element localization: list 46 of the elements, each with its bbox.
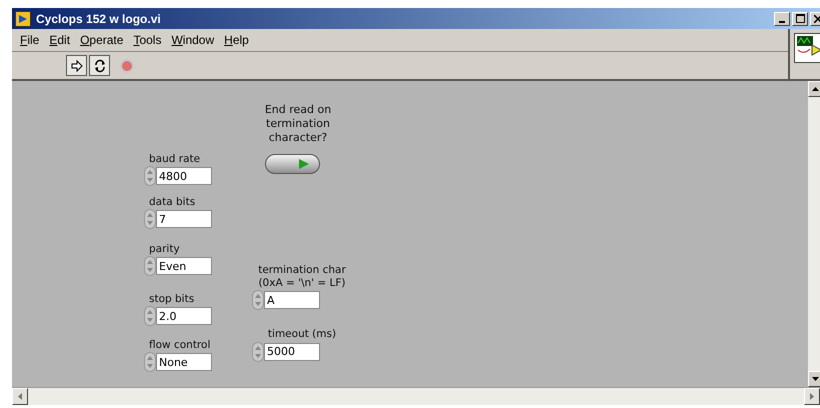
menu-item[interactable]: Tools: [133, 33, 162, 47]
minimize-icon: [779, 20, 785, 22]
run-button[interactable]: [66, 55, 87, 76]
stop-icon: [118, 58, 134, 74]
control-label: stop bits: [148, 293, 194, 305]
left-arrow-icon: [18, 393, 22, 400]
menu-item[interactable]: Operate: [80, 33, 124, 47]
menu-item[interactable]: Window: [171, 33, 214, 47]
triangle-icon: [297, 158, 311, 170]
maximize-icon: [796, 14, 804, 23]
text-field[interactable]: A: [264, 291, 320, 310]
control-label: parity: [148, 243, 180, 255]
window-title: Cyclops 152 w logo.vi: [36, 12, 161, 26]
scroll-down-button[interactable]: [808, 371, 820, 387]
control-label: timeout (ms): [266, 328, 338, 341]
control-label: termination char (0xA = '\n' = LF): [257, 264, 347, 290]
numeric-field[interactable]: 2.0: [156, 307, 212, 325]
arrow-icon: [70, 58, 84, 72]
toggle-button[interactable]: [265, 154, 320, 174]
scroll-left-button[interactable]: [12, 388, 28, 405]
control-label: data bits: [148, 196, 196, 208]
scroll-right-button[interactable]: [804, 388, 820, 405]
numeric-field[interactable]: Even: [156, 257, 212, 275]
scroll-up-button[interactable]: [808, 81, 820, 97]
up-arrow-icon: [812, 87, 818, 91]
vertical-scrollbar[interactable]: [808, 81, 820, 387]
close-icon: [814, 14, 820, 22]
menu-item[interactable]: Edit: [49, 33, 70, 47]
horizontal-scrollbar[interactable]: [12, 387, 820, 405]
run-continuously-button[interactable]: [89, 55, 110, 76]
app-icon: [15, 10, 31, 26]
minimize-button[interactable]: [774, 12, 790, 26]
down-arrow-icon: [812, 377, 818, 381]
control-label: flow control: [148, 339, 210, 351]
menu-item[interactable]: Help: [224, 33, 249, 47]
menu-item[interactable]: File: [20, 33, 40, 47]
numeric-field[interactable]: 7: [156, 210, 212, 228]
text-field[interactable]: 5000: [264, 342, 320, 361]
maximize-button[interactable]: [792, 12, 808, 26]
vi-icon: [794, 33, 820, 63]
control-label: End read on termination character?: [264, 103, 332, 144]
cycle-arrows-icon: [92, 58, 106, 72]
numeric-field[interactable]: 4800: [156, 167, 212, 185]
right-arrow-icon: [810, 393, 814, 400]
control-label: baud rate: [148, 153, 200, 165]
numeric-field[interactable]: None: [156, 353, 212, 371]
